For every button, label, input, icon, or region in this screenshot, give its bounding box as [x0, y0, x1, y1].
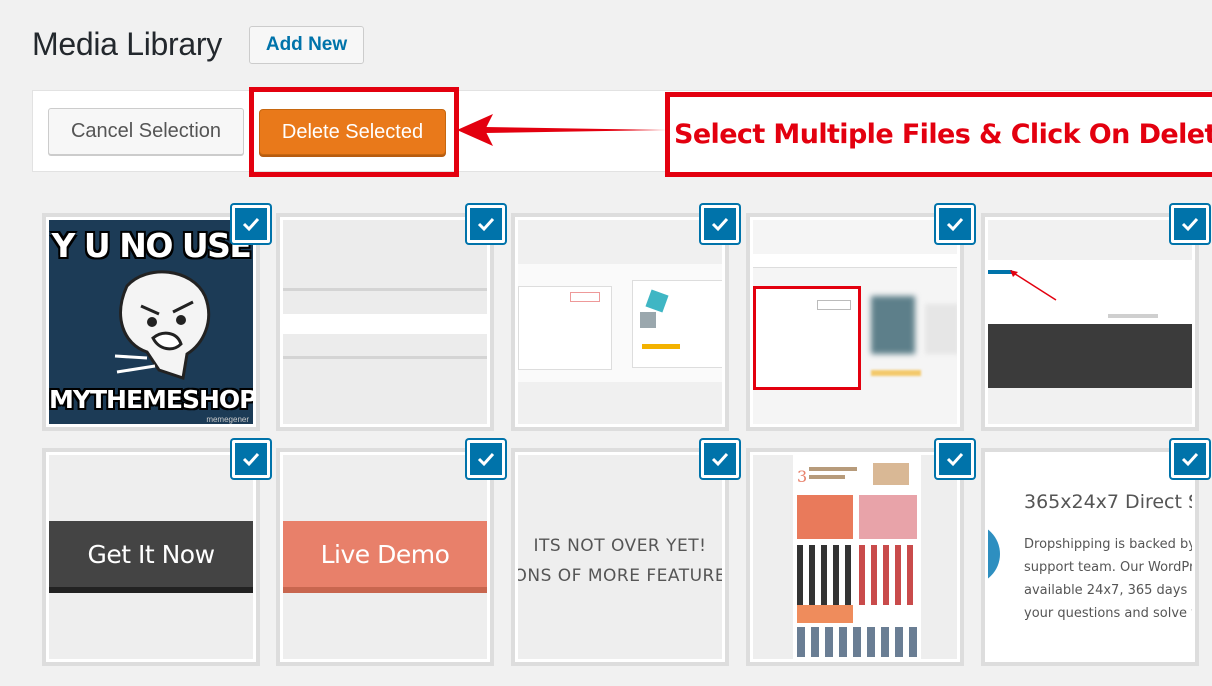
checkmark-icon[interactable] [232, 440, 270, 478]
theme-preview-thumbnail: 3 [753, 455, 957, 659]
meme-top-text: Y U NO USE [51, 226, 252, 265]
meme-image: Y U NO USE MYTHEMESHOP memegener [49, 220, 253, 424]
media-tile-plugin-card-screenshot[interactable] [746, 213, 964, 431]
get-it-now-thumbnail: Get It Now [49, 455, 253, 659]
media-tile-admin-screenshot[interactable] [981, 213, 1199, 431]
dropshipping-circle-icon [988, 523, 1000, 585]
checkmark-icon[interactable] [701, 205, 739, 243]
dropshipping-thumbnail: 365x24x7 Direct S Dropshipping is backed… [988, 455, 1192, 659]
not-over-line-1: ITS NOT OVER YET! [533, 536, 707, 556]
dropshipping-line: your questions and solve yo [1024, 606, 1192, 621]
checkmark-icon[interactable] [1171, 205, 1209, 243]
delete-selected-button[interactable]: Delete Selected [259, 109, 446, 155]
checkmark-icon[interactable] [232, 205, 270, 243]
meme-bottom-text: MYTHEMESHOP [49, 385, 253, 414]
admin-list-thumbnail [988, 220, 1192, 424]
media-tile-not-over[interactable]: ITS NOT OVER YET! TONS OF MORE FEATURES [511, 448, 729, 666]
annotation-arrow-icon [457, 114, 667, 146]
checkmark-icon[interactable] [467, 440, 505, 478]
not-over-thumbnail: ITS NOT OVER YET! TONS OF MORE FEATURES [518, 455, 722, 659]
media-tile-live-demo[interactable]: Live Demo [276, 448, 494, 666]
media-tile-plugins-screenshot[interactable] [511, 213, 729, 431]
form-screenshot-thumbnail [283, 220, 487, 424]
dropshipping-line: Dropshipping is backed by o [1024, 537, 1192, 552]
theme-preview-number: 3 [797, 467, 808, 486]
live-demo-thumbnail: Live Demo [283, 455, 487, 659]
checkmark-icon[interactable] [936, 205, 974, 243]
media-tile-dropshipping[interactable]: 365x24x7 Direct S Dropshipping is backed… [981, 448, 1199, 666]
not-over-line-2: TONS OF MORE FEATURES [518, 566, 722, 586]
media-tile-theme-preview[interactable]: 3 [746, 448, 964, 666]
checkmark-icon[interactable] [1171, 440, 1209, 478]
plugin-card-thumbnail [753, 220, 957, 424]
checkmark-icon[interactable] [701, 440, 739, 478]
meme-watermark: memegener [206, 415, 249, 424]
plugins-screenshot-thumbnail [518, 220, 722, 424]
live-demo-banner: Live Demo [283, 521, 487, 593]
checkmark-icon[interactable] [936, 440, 974, 478]
annotation-callout: Select Multiple Files & Click On Delete [665, 92, 1212, 177]
add-new-button[interactable]: Add New [249, 26, 364, 64]
get-it-now-banner: Get It Now [49, 521, 253, 593]
media-tile-meme[interactable]: Y U NO USE MYTHEMESHOP memegener [42, 213, 260, 431]
dropshipping-line: available 24x7, 365 days a y [1024, 583, 1192, 598]
media-tile-get-it-now[interactable]: Get It Now [42, 448, 260, 666]
annotation-text: Select Multiple Files & Click On Delete [674, 119, 1212, 150]
rage-face-icon [114, 270, 211, 380]
media-tile-blank-form[interactable] [276, 213, 494, 431]
cancel-selection-button[interactable]: Cancel Selection [48, 108, 244, 155]
dropshipping-title: 365x24x7 Direct S [1024, 491, 1192, 513]
dropshipping-line: support team. Our WordPre [1024, 560, 1192, 575]
checkmark-icon[interactable] [467, 205, 505, 243]
page-title: Media Library [32, 26, 222, 62]
